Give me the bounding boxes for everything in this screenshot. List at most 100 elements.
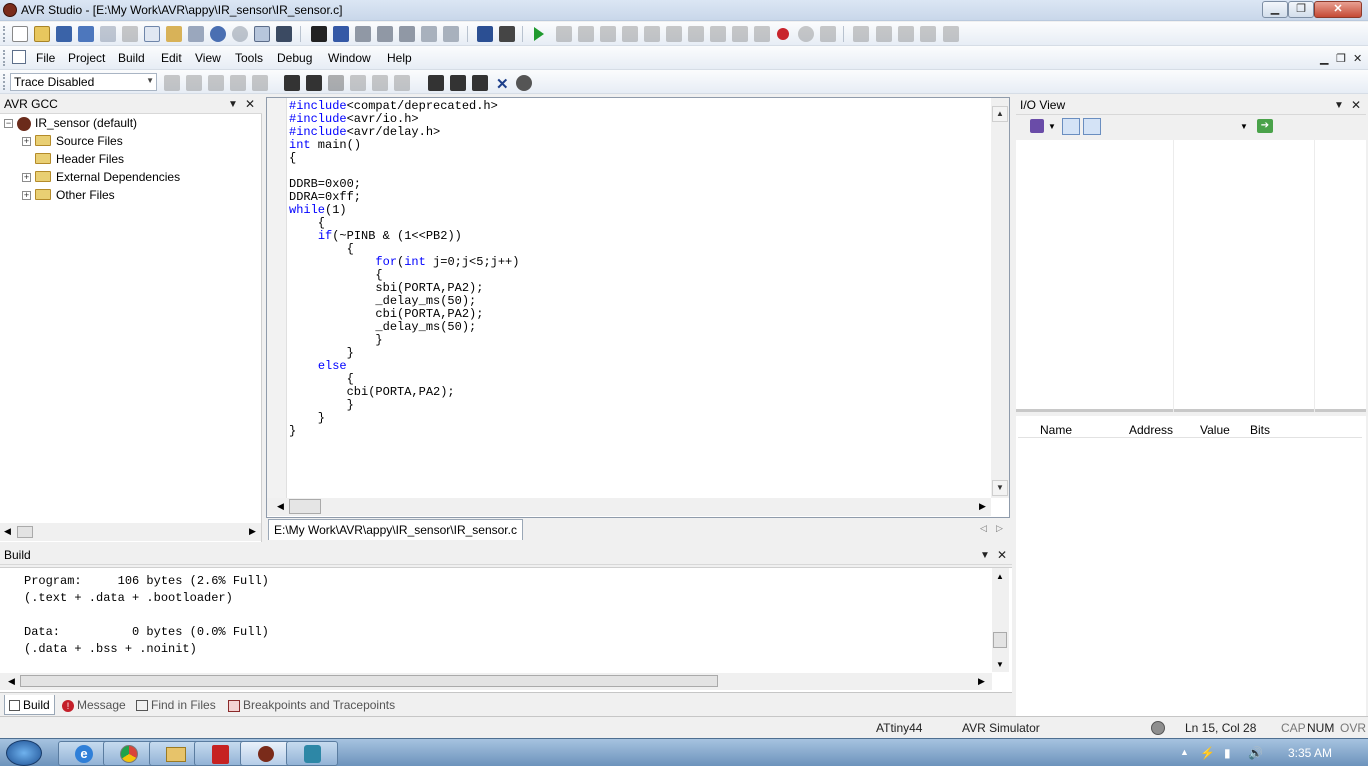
scroll-thumb[interactable] [993,632,1007,648]
build-icon[interactable] [477,26,493,42]
reconnect-icon[interactable] [306,75,322,91]
start-button[interactable] [6,740,42,766]
code-line[interactable]: } [289,412,519,425]
outdent-icon[interactable] [443,26,459,42]
scroll-up-icon[interactable]: ▲ [996,572,1004,581]
network-icon[interactable]: ▮ [1224,746,1231,760]
menu-window[interactable]: Window [328,51,371,65]
panel-close-icon[interactable]: ✕ [245,97,255,111]
panel-menu-icon[interactable]: ▼ [228,99,238,110]
save-icon[interactable] [56,26,72,42]
build-vscrollbar[interactable]: ▲ ▼ [992,568,1009,672]
cut-icon[interactable] [122,26,138,42]
compile-icon[interactable] [499,26,515,42]
show-next-statement-icon[interactable] [820,26,836,42]
menu-view[interactable]: View [195,51,221,65]
panel-close-icon[interactable]: ✕ [1351,98,1361,112]
panel-menu-icon[interactable]: ▼ [980,550,990,561]
chevron-down-icon[interactable]: ▼ [1048,122,1056,131]
auto-step-icon[interactable] [710,26,726,42]
scroll-left-icon[interactable]: ◀ [8,676,15,687]
menu-project[interactable]: Project [68,51,105,65]
code-line[interactable]: } [289,425,519,438]
scroll-thumb[interactable] [20,675,718,687]
undo-icon[interactable] [210,26,226,42]
start-debugging-icon[interactable] [534,27,544,41]
volume-icon[interactable]: 🔊 [1248,746,1263,760]
scroll-thumb[interactable] [17,526,33,538]
toggle-bookmark-icon[interactable] [355,26,371,42]
taskbar-acrobat[interactable] [194,741,246,766]
column-name[interactable]: Name [1040,423,1072,437]
io-view-icon[interactable] [943,26,959,42]
close-x-icon[interactable]: ✕ [496,75,509,93]
tree-view-icon[interactable] [1062,118,1080,135]
print-icon[interactable] [188,26,204,42]
io-filter-field[interactable] [1104,118,1250,135]
copy-icon[interactable] [144,26,160,42]
bookmark-icon[interactable] [333,26,349,42]
step-into-icon[interactable] [622,26,638,42]
list-view-icon[interactable] [1083,118,1101,135]
tab-message[interactable]: ! Message [58,695,130,715]
editor-vscrollbar[interactable]: ▲ ▼ [991,98,1009,498]
filter-icon[interactable] [1030,119,1044,133]
close-button[interactable]: ✕ [1314,1,1362,18]
expand-icon[interactable]: + [22,137,31,147]
trace-icon-7[interactable] [372,75,388,91]
run-to-cursor-icon[interactable] [688,26,704,42]
collapse-icon[interactable]: − [4,119,13,129]
scroll-right-icon[interactable]: ▶ [249,526,256,537]
stk-icon[interactable] [328,75,344,91]
chevron-down-icon[interactable]: ▼ [1240,122,1248,131]
registers-icon[interactable] [898,26,914,42]
menu-debug[interactable]: Debug [277,51,312,65]
step-out-icon[interactable] [666,26,682,42]
scroll-right-icon[interactable]: ▶ [979,501,986,512]
processor-icon[interactable] [920,26,936,42]
mdi-restore-button[interactable]: ❐ [1336,52,1346,65]
scroll-up-icon[interactable]: ▲ [992,106,1008,122]
watch-icon[interactable] [853,26,869,42]
column-address[interactable]: Address [1129,423,1173,437]
tab-scroll-left-icon[interactable]: ◁ [980,523,987,534]
tree-item-external-dependencies[interactable]: + External Dependencies [22,170,180,188]
mdi-minimize-button[interactable]: ▁ [1320,52,1328,65]
new-file-icon[interactable] [12,26,28,42]
code-editor[interactable]: #include<compat/deprecated.h> #include<av… [266,97,1010,518]
scroll-down-icon[interactable]: ▼ [996,660,1004,669]
tab-ir-sensor-c[interactable]: E:\My Work\AVR\appy\IR_sensor\IR_sensor.… [268,519,523,540]
taskbar-app[interactable] [286,741,338,766]
quickwatch-icon[interactable] [732,26,748,42]
taskbar-avr-studio[interactable] [240,741,292,766]
trace-icon-1[interactable] [164,75,180,91]
scroll-down-icon[interactable]: ▼ [992,480,1008,496]
memory-icon[interactable] [876,26,892,42]
expand-icon[interactable]: + [22,173,31,183]
tab-breakpoints[interactable]: Breakpoints and Tracepoints [224,695,399,715]
reset-icon[interactable] [578,26,594,42]
remove-breakpoints-icon[interactable] [798,26,814,42]
trace-icon-6[interactable] [350,75,366,91]
mdi-close-button[interactable]: ✕ [1353,52,1362,65]
tree-item-source-files[interactable]: + Source Files [22,134,123,152]
tree-item-other-files[interactable]: + Other Files [22,188,115,206]
menu-edit[interactable]: Edit [161,51,182,65]
power-icon[interactable]: ⚡ [1200,746,1215,760]
trace-icon-5[interactable] [252,75,268,91]
prev-bookmark-icon[interactable] [399,26,415,42]
chip-icon[interactable] [428,75,444,91]
expand-icon[interactable]: + [22,191,31,201]
print-disabled-icon[interactable] [100,26,116,42]
minimize-button[interactable]: ▁ [1262,1,1288,18]
step-over-icon[interactable] [644,26,660,42]
save-all-icon[interactable] [78,26,94,42]
redo-icon[interactable] [232,26,248,42]
next-bookmark-icon[interactable] [377,26,393,42]
gear-icon[interactable] [516,75,532,91]
code-text[interactable]: #include<compat/deprecated.h> #include<av… [289,100,519,438]
connect-icon[interactable] [284,75,300,91]
find-icon[interactable] [311,26,327,42]
code-line[interactable]: { [289,152,519,165]
scroll-thumb[interactable] [289,499,321,514]
